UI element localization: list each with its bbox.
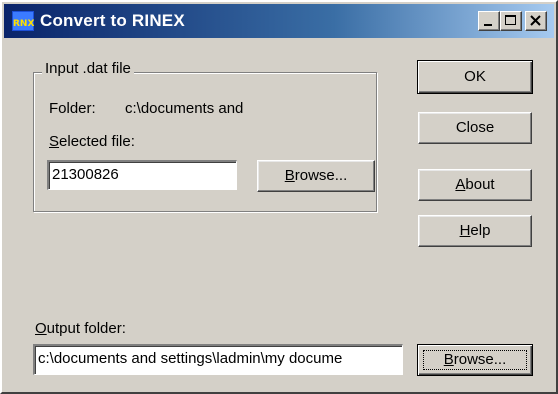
browse-input-button[interactable]: Browse... [257, 160, 375, 192]
convert-to-rinex-dialog: RNX Convert to RINEX Input .dat file Fol… [0, 0, 558, 394]
close-window-button[interactable] [525, 11, 547, 31]
help-button[interactable]: Help [418, 215, 532, 247]
maximize-icon [505, 15, 516, 25]
about-button[interactable]: About [418, 169, 532, 201]
folder-value: c:\documents and [125, 100, 244, 117]
title-bar[interactable]: RNX Convert to RINEX [4, 4, 554, 38]
maximize-button[interactable] [500, 11, 522, 31]
output-folder-label: Output folder: [35, 320, 126, 337]
svg-text:RNX: RNX [13, 19, 34, 29]
output-folder-input[interactable]: c:\documents and settings\ladmin\my docu… [33, 344, 403, 375]
input-group-legend: Input .dat file [42, 60, 134, 77]
folder-label: Folder: [49, 100, 96, 117]
minimize-icon [484, 24, 492, 26]
ok-button[interactable]: OK [417, 60, 533, 94]
selected-file-label: Selected file: [49, 133, 135, 150]
close-button[interactable]: Close [418, 112, 532, 144]
browse-output-button[interactable]: Browse... [417, 344, 533, 376]
minimize-button[interactable] [478, 11, 500, 31]
window-title: Convert to RINEX [40, 11, 185, 30]
focus-ring [423, 350, 527, 370]
rinex-app-icon: RNX [12, 11, 34, 31]
selected-file-input[interactable]: 21300826 [47, 160, 237, 190]
close-icon [530, 15, 541, 26]
